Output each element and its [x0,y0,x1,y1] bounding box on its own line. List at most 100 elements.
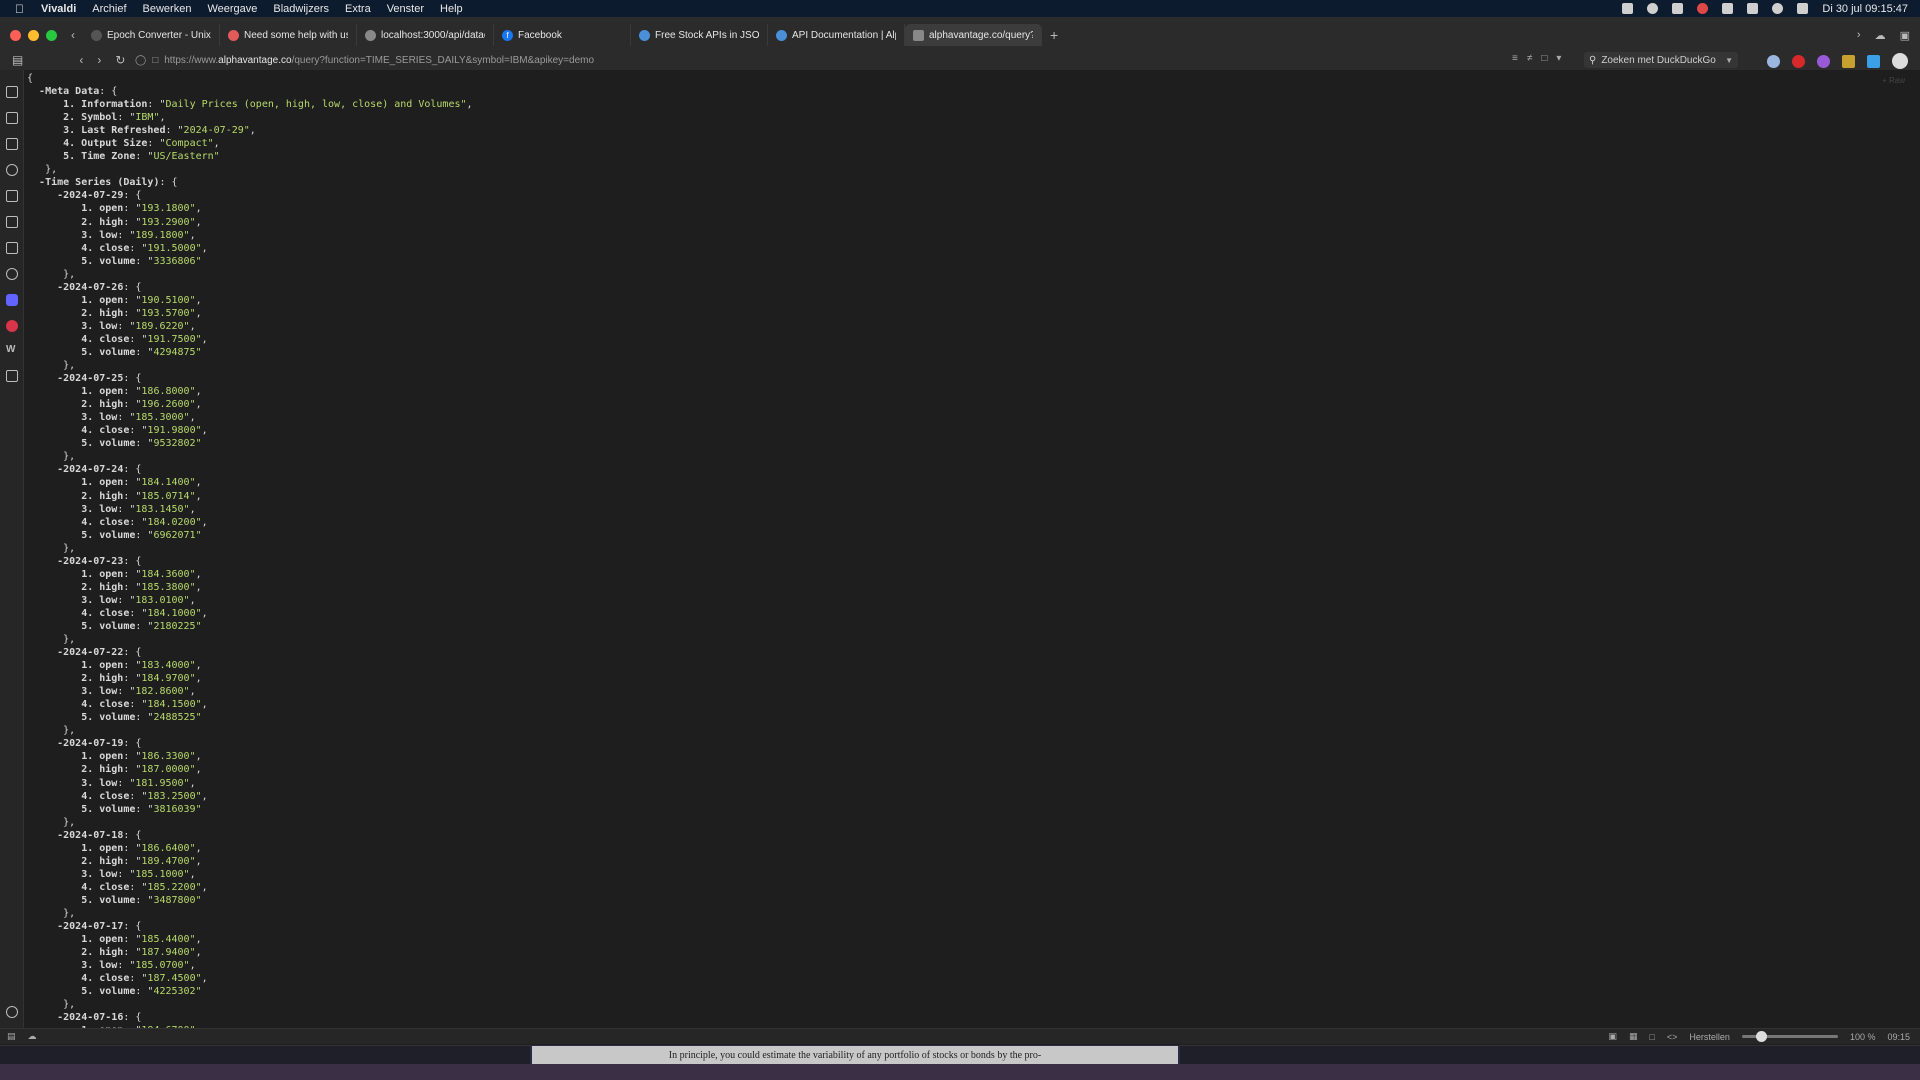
menu-extra[interactable]: Extra [345,3,371,15]
json-key: 2. high [81,673,124,685]
json-day-row: 5. volume: "2180225" [27,620,473,633]
window-icon[interactable]: □ [1649,1032,1654,1042]
json-token: , [189,960,196,972]
menu-app-name[interactable]: Vivaldi [41,3,76,15]
image-icon[interactable]: ▦ [1629,1031,1638,1042]
menu-weergave[interactable]: Weergave [207,3,257,15]
shield-icon[interactable]: ◯ [135,55,146,66]
json-token: }, [63,999,76,1011]
code-icon[interactable]: <> [1667,1032,1678,1042]
json-key: 1. Information [63,99,148,111]
raw-view-toggle[interactable]: + Raw [1882,76,1905,85]
mac-menubar:  Vivaldi Archief Bewerken Weergave Blad… [0,0,1920,17]
translate-panel-icon[interactable] [6,216,18,228]
trash-icon[interactable]: ▣ [1900,29,1910,42]
menu-venster[interactable]: Venster [387,3,424,15]
calendar-panel-icon[interactable] [6,242,18,254]
search-input[interactable]: ⚲ Zoeken met DuckDuckGo ▼ [1584,52,1738,68]
search-engine-dropdown-icon[interactable]: ▼ [1725,56,1733,65]
reading-list-icon[interactable] [6,112,18,124]
mastodon-icon[interactable] [6,294,18,306]
wikipedia-icon[interactable]: W [6,344,18,356]
extension-blue-icon[interactable] [1767,54,1780,68]
cloud-sync-icon[interactable]: ☁ [1875,29,1886,42]
add-web-panel-icon[interactable] [6,370,18,382]
tab-localhost[interactable]: localhost:3000/api/datacal [357,24,494,46]
back-icon[interactable]: ‹ [79,53,83,67]
menu-bladwijzers[interactable]: Bladwijzers [273,3,329,15]
json-close-brace: }, [27,633,473,646]
notes-icon[interactable] [6,190,18,202]
json-token: , [195,673,202,685]
history-icon[interactable] [6,164,18,176]
json-token: : " [129,242,148,254]
url-field[interactable]: ◯ □ https://www. alphavantage.co/query?fu… [135,50,594,70]
tab-api-documentation[interactable]: API Documentation | Alpha [768,24,905,46]
settings-gear-icon[interactable] [6,1006,18,1018]
control-center-icon[interactable] [1797,3,1809,14]
tab-need-help[interactable]: Need some help with using [220,24,357,46]
apple-icon[interactable]:  [15,2,29,16]
background-document-caption: In principle, you could estimate the var… [532,1046,1178,1064]
cloud-icon[interactable]: ☁ [28,1031,37,1042]
url-prefix: https://www. [164,54,219,66]
zoom-window-button[interactable] [46,29,57,41]
bookmarks-panel-icon[interactable] [6,86,18,98]
tab-label: localhost:3000/api/datacal [381,29,485,41]
spotlight-search-icon[interactable] [1772,3,1784,14]
json-key: 1. open [81,751,124,763]
json-token: : " [117,594,136,606]
tab-scroll-right-icon[interactable]: › [1857,29,1861,42]
extensions-area [1767,53,1908,69]
keyboard-icon[interactable] [1747,3,1759,14]
json-day-header: -2024-07-16: { [27,1011,473,1024]
translate-icon[interactable]: ≠ [1527,53,1533,64]
menu-archief[interactable]: Archief [92,3,126,15]
downloads-icon[interactable] [6,138,18,150]
zoom-reset-button[interactable]: Herstellen [1689,1032,1730,1042]
panel-toggle-icon[interactable]: ▤ [7,1031,16,1042]
json-string-value: 189.6220 [135,320,184,332]
extension-yellow-icon[interactable] [1842,54,1855,68]
tab-free-stock-apis[interactable]: Free Stock APIs in JSON & [631,24,768,46]
json-token: : { [99,86,118,98]
calendar-icon[interactable] [1622,3,1634,14]
json-token: : " [123,947,142,959]
avatar[interactable] [1892,53,1908,69]
grid-icon[interactable] [1672,3,1684,14]
json-key: 4. close [81,973,130,985]
tab-epoch-converter[interactable]: Epoch Converter - Unix Tin [83,24,220,46]
tab-facebook[interactable]: f Facebook [494,24,631,46]
json-token: " [195,438,202,450]
menu-bewerken[interactable]: Bewerken [143,3,192,15]
zoom-slider[interactable] [1741,1031,1838,1042]
json-token: : { [123,555,142,567]
vivaldi-icon[interactable] [6,320,18,332]
json-token: , [195,399,202,411]
chat-panel-icon[interactable] [6,268,18,280]
reload-icon[interactable]: ↻ [115,53,125,67]
reader-view-icon[interactable]: ≡ [1512,53,1518,64]
wifi-icon[interactable] [1722,3,1734,14]
lock-icon[interactable]: □ [152,55,158,66]
new-tab-button[interactable]: + [1050,27,1058,43]
record-icon[interactable] [1697,3,1709,14]
menu-help[interactable]: Help [440,3,463,15]
json-key: 2. high [81,855,124,867]
chevron-down-icon[interactable]: ▾ [1556,53,1561,64]
zoom-slider-handle[interactable] [1755,1031,1767,1042]
tab-scroll-left-icon[interactable]: ‹ [71,28,75,42]
json-token: , [189,503,196,515]
extension-red-icon[interactable] [1792,54,1805,68]
wordpress-icon[interactable] [1647,3,1659,14]
tab-alphavantage-active[interactable]: alphavantage.co/query?fu [905,24,1042,46]
panel-toggle-icon[interactable]: ▤ [12,53,23,67]
minimize-window-button[interactable] [28,29,39,41]
capture-icon[interactable]: ▣ [1608,1031,1617,1042]
extension-purple-icon[interactable] [1817,54,1830,68]
menubar-clock[interactable]: Di 30 jul 09:15:47 [1822,3,1908,15]
close-window-button[interactable] [10,29,21,41]
extension-badge-icon[interactable] [1867,54,1880,68]
bookmark-icon[interactable]: □ [1541,53,1547,64]
forward-icon[interactable]: › [97,53,101,67]
